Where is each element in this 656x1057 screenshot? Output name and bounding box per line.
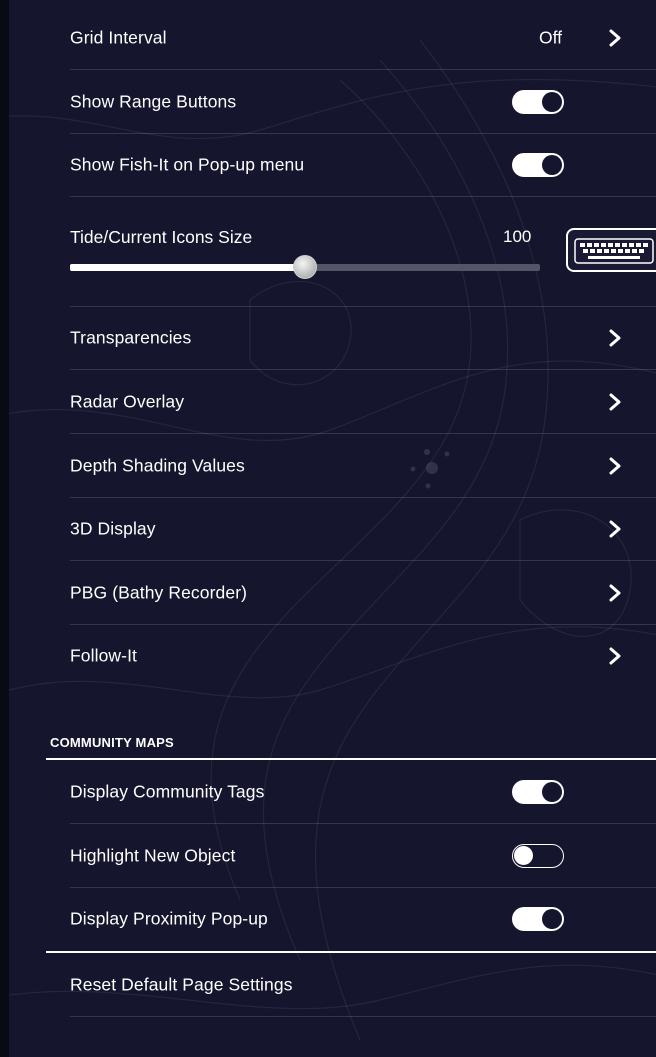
chevron-right-icon [609,647,621,664]
community-maps-header: COMMUNITY MAPS [50,735,174,750]
toggle-knob [542,908,562,929]
toggle-knob [542,781,562,802]
keyboard-icon [574,238,654,264]
toggle-knob [542,154,562,175]
display-3d-label: 3D Display [70,518,156,538]
left-edge [0,0,9,1057]
display-proximity-popup-toggle[interactable] [512,906,564,931]
chevron-right-icon [609,329,621,346]
grid-interval-label: Grid Interval [70,27,167,47]
display-proximity-popup-label: Display Proximity Pop-up [70,908,268,928]
show-fish-it-toggle[interactable] [512,152,564,177]
grid-interval-value: Off [538,27,562,47]
toggle-knob [542,91,562,112]
display-community-tags-label: Display Community Tags [70,781,265,801]
slider-thumb[interactable] [293,255,317,279]
display-community-tags-toggle[interactable] [512,779,564,804]
show-range-buttons-toggle[interactable] [512,89,564,114]
reset-default-settings-label: Reset Default Page Settings [70,974,293,994]
chevron-right-icon [609,393,621,410]
tide-icons-size-label: Tide/Current Icons Size [70,227,253,247]
highlight-new-object-label: Highlight New Object [70,845,236,865]
depth-shading-label: Depth Shading Values [70,455,245,475]
radar-overlay-label: Radar Overlay [70,391,185,411]
display-3d-row[interactable]: 3D Display [70,497,656,561]
chevron-right-icon [609,520,621,537]
show-range-buttons-row: Show Range Buttons [70,70,656,134]
show-fish-it-row: Show Fish-It on Pop-up menu [70,133,656,197]
chevron-right-icon [609,29,621,46]
pbg-label: PBG (Bathy Recorder) [70,582,248,602]
pbg-row[interactable]: PBG (Bathy Recorder) [70,561,656,625]
depth-shading-row[interactable]: Depth Shading Values [70,434,656,498]
display-community-tags-row: Display Community Tags [70,760,656,824]
tide-icons-size-slider[interactable] [70,255,540,279]
reset-default-settings-row[interactable]: Reset Default Page Settings [70,953,656,1017]
tide-icons-size-value: 100 [503,227,532,246]
slider-fill [70,264,305,271]
radar-overlay-row[interactable]: Radar Overlay [70,370,656,434]
toggle-knob [514,845,533,865]
highlight-new-object-row: Highlight New Object [70,824,656,888]
transparencies-row[interactable]: Transparencies [70,306,656,370]
show-range-buttons-label: Show Range Buttons [70,91,237,111]
display-proximity-popup-row: Display Proximity Pop-up [70,887,656,950]
follow-it-row[interactable]: Follow-It [70,624,656,687]
chevron-right-icon [609,584,621,601]
grid-interval-row[interactable]: Grid Interval Off [70,6,656,70]
keyboard-button[interactable] [566,228,656,272]
transparencies-label: Transparencies [70,327,192,347]
chevron-right-icon [609,457,621,474]
follow-it-label: Follow-It [70,645,138,665]
show-fish-it-label: Show Fish-It on Pop-up menu [70,154,305,174]
highlight-new-object-toggle[interactable] [512,843,564,868]
